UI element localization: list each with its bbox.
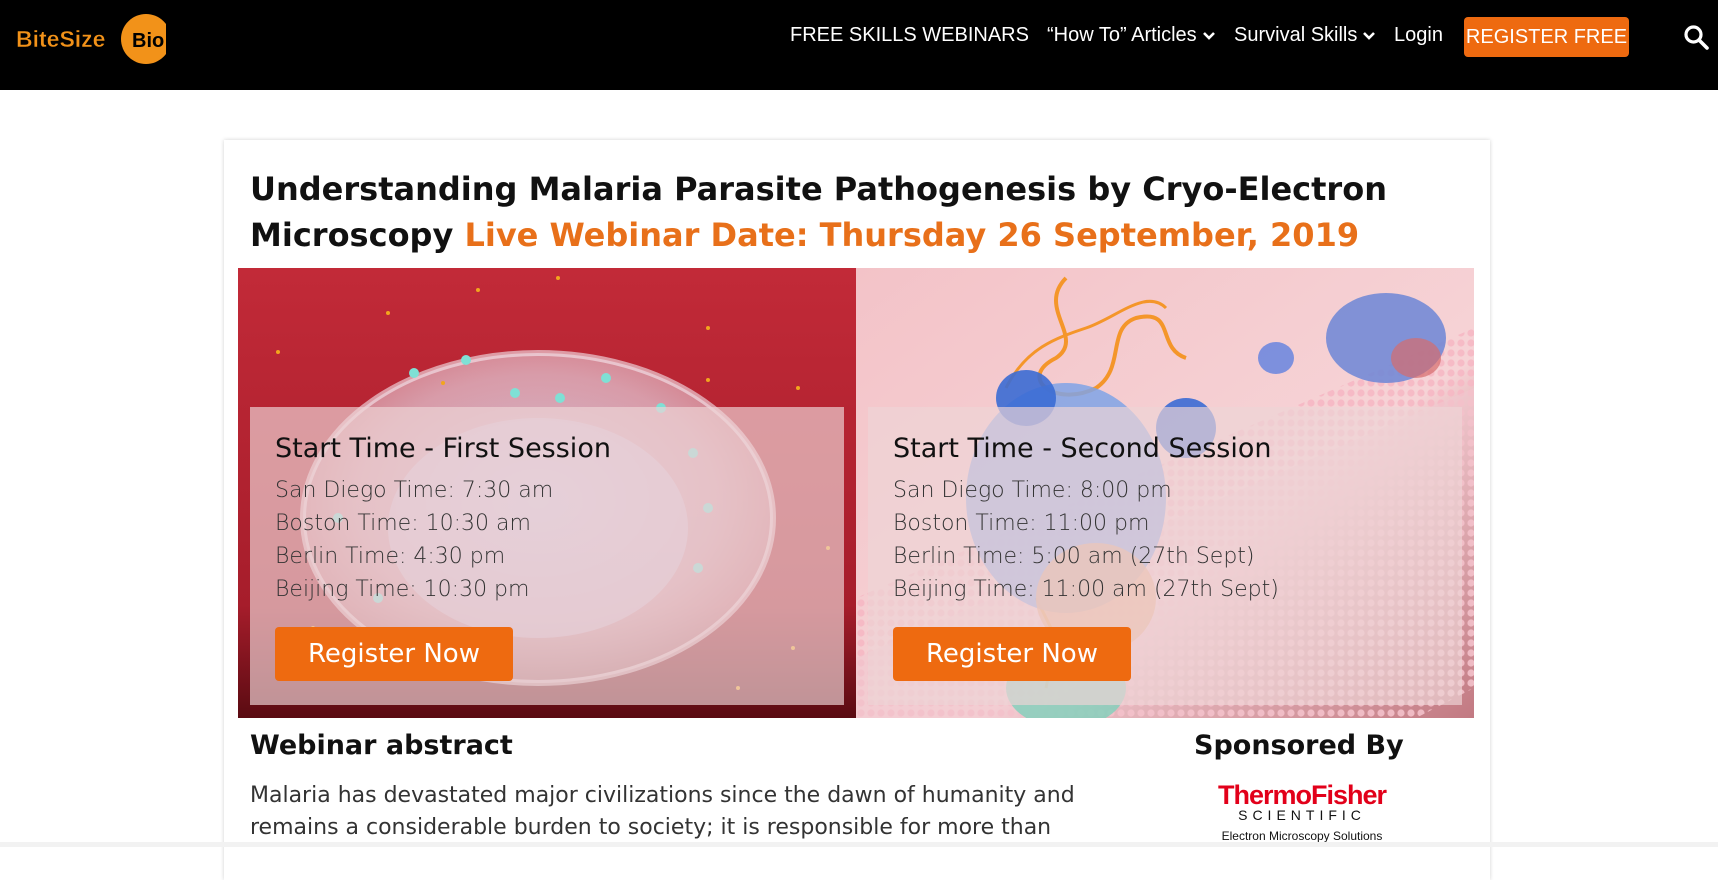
first-session-time-san-diego: San Diego Time: 7:30 am	[275, 478, 554, 503]
nav-survival-skills[interactable]: Survival Skills	[1234, 24, 1376, 47]
nav-how-to-articles[interactable]: “How To” Articles	[1047, 24, 1216, 47]
nav-login-label: Login	[1394, 24, 1443, 46]
logo-text-bitesize: BiteSize	[16, 26, 105, 52]
top-navigation-bar: BiteSize Bio FREE SKILLS WEBINARS “How T…	[0, 0, 1718, 90]
second-session-time-san-diego: San Diego Time: 8:00 pm	[893, 478, 1172, 503]
bitesize-bio-logo[interactable]: BiteSize Bio	[14, 12, 166, 66]
chevron-down-icon	[1202, 31, 1215, 40]
second-session-time-berlin: Berlin Time: 5:00 am (27th Sept)	[893, 544, 1255, 569]
chevron-down-icon	[1363, 31, 1376, 40]
first-session-panel: Start Time - First Session San Diego Tim…	[250, 407, 844, 705]
first-session-time-berlin: Berlin Time: 4:30 pm	[275, 544, 506, 569]
sponsor-heading: Sponsored By	[1194, 730, 1404, 761]
first-session-time-beijing: Beijing Time: 10:30 pm	[275, 577, 530, 602]
register-free-label: REGISTER FREE	[1465, 25, 1628, 48]
page-bottom-divider	[0, 842, 1718, 847]
second-session-panel: Start Time - Second Session San Diego Ti…	[868, 407, 1462, 705]
nav-free-skills-webinars[interactable]: FREE SKILLS WEBINARS	[790, 24, 1029, 47]
logo-text-bio: Bio	[132, 30, 164, 52]
sponsor-logo-tagline: Electron Microscopy Solutions	[1221, 829, 1383, 843]
thermo-fisher-logo[interactable]: ThermoFisher SCIENTIFIC Electron Microsc…	[1202, 780, 1402, 843]
abstract-text: Malaria has devastated major civilizatio…	[250, 783, 1075, 840]
first-session-time-boston: Boston Time: 10:30 am	[275, 511, 531, 536]
nav-webinars-label: FREE SKILLS WEBINARS	[790, 24, 1029, 46]
banner-protein-membrane: Start Time - Second Session San Diego Ti…	[856, 268, 1474, 718]
first-session-heading: Start Time - First Session	[275, 433, 611, 464]
search-icon[interactable]	[1683, 24, 1709, 50]
register-now-label: Register Now	[308, 639, 480, 669]
register-now-button-second-session[interactable]: Register Now	[893, 627, 1131, 681]
webinar-card: Understanding Malaria Parasite Pathogene…	[224, 140, 1490, 880]
nav-login[interactable]: Login	[1394, 24, 1443, 47]
register-free-button[interactable]: REGISTER FREE	[1464, 17, 1629, 57]
second-session-time-boston: Boston Time: 11:00 pm	[893, 511, 1150, 536]
abstract-heading: Webinar abstract	[250, 730, 513, 761]
page-title: Understanding Malaria Parasite Pathogene…	[250, 166, 1430, 258]
webinar-date: Live Webinar Date: Thursday 26 September…	[464, 216, 1360, 254]
register-now-button-first-session[interactable]: Register Now	[275, 627, 513, 681]
register-now-label: Register Now	[926, 639, 1098, 669]
nav-articles-label: “How To” Articles	[1047, 24, 1197, 46]
nav-survival-label: Survival Skills	[1234, 24, 1358, 46]
second-session-time-beijing: Beijing Time: 11:00 am (27th Sept)	[893, 577, 1279, 602]
second-session-heading: Start Time - Second Session	[893, 433, 1272, 464]
banner-red-blood-cell: Start Time - First Session San Diego Tim…	[238, 268, 856, 718]
